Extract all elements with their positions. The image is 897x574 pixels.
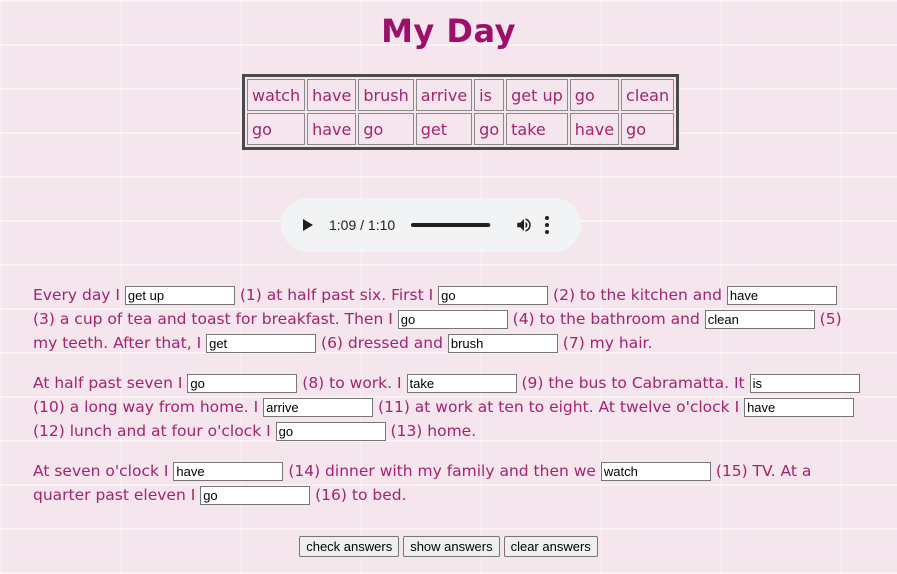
clear-answers-button[interactable]: clear answers [503,536,598,557]
button-bar: check answers show answers clear answers [0,536,897,557]
word-bank-cell: have [307,113,357,145]
gap-input-8[interactable] [187,374,298,393]
exercise-text-segment: (12) lunch and at four o'clock I [33,422,276,440]
gap-input-3[interactable] [726,286,837,305]
exercise-text-segment: (14) dinner with my family and then we [283,462,601,480]
exercise-text: Every day I (1) at half past six. First … [33,283,863,523]
gap-input-9[interactable] [406,374,517,393]
exercise-paragraph: At seven o'clock I (14) dinner with my f… [33,459,863,507]
audio-time: 1:09 / 1:10 [329,217,396,233]
play-icon[interactable] [303,219,313,231]
exercise-text-segment: (16) to bed. [310,486,407,504]
gap-input-1[interactable] [124,286,235,305]
word-bank-cell: go [621,113,675,145]
exercise-paragraph: At half past seven I (8) to work. I (9) … [33,371,863,443]
show-answers-button[interactable]: show answers [403,536,500,557]
word-bank-cell: have [307,79,357,111]
word-bank-cell: go [569,79,620,111]
gap-input-14[interactable] [173,462,284,481]
word-bank-cell: brush [358,79,414,111]
gap-input-12[interactable] [744,398,855,417]
exercise-text-segment: At seven o'clock I [33,462,174,480]
word-bank-cell: have [569,113,620,145]
word-bank-cell: take [506,113,568,145]
word-bank-cell: go [247,113,306,145]
word-bank-row: watch have brush arrive is get up go clean [247,79,675,111]
exercise-text-segment: (4) to the bathroom and [507,310,705,328]
gap-input-5[interactable] [704,310,815,329]
word-bank-table: watch have brush arrive is get up go clean go hav… [242,74,680,150]
word-bank-cell: go [358,113,414,145]
word-bank-cell: clean [621,79,675,111]
exercise-text-segment: (2) to the kitchen and [548,286,727,304]
gap-input-15[interactable] [600,462,711,481]
gap-input-13[interactable] [275,422,386,441]
exercise-text-segment: (3) a cup of tea and toast for breakfast… [33,310,398,328]
page-title: My Day [381,12,516,50]
word-bank-cell: go [474,113,505,145]
word-bank-cell: is [474,79,505,111]
exercise-text-segment: (10) a long way from home. I [33,398,264,416]
word-bank-row: go have go get go take have go [247,113,675,145]
gap-input-4[interactable] [397,310,508,329]
audio-player[interactable]: 1:09 / 1:10 [281,198,581,252]
word-bank-cell: arrive [415,79,473,111]
exercise-text-segment: At half past seven I [33,374,188,392]
exercise-text-segment: (13) home. [385,422,477,440]
exercise-paragraph: Every day I (1) at half past six. First … [33,283,863,355]
gap-input-2[interactable] [438,286,549,305]
exercise-text-segment: (9) the bus to Cabramatta. It [516,374,750,392]
gap-input-11[interactable] [263,398,374,417]
exercise-text-segment: (11) at work at ten to eight. At twelve … [373,398,745,416]
audio-progress-fill [411,223,491,227]
gap-input-10[interactable] [749,374,860,393]
audio-progress-slider[interactable] [411,223,492,227]
gap-input-7[interactable] [447,334,558,353]
word-bank-cell: watch [247,79,306,111]
gap-input-6[interactable] [206,334,317,353]
volume-icon[interactable] [515,216,533,234]
exercise-text-segment: (7) my hair. [557,334,653,352]
exercise-text-segment: (8) to work. I [297,374,407,392]
check-answers-button[interactable]: check answers [299,536,400,557]
word-bank-cell: get [415,113,473,145]
exercise-text-segment: Every day I [33,286,125,304]
more-options-icon[interactable] [545,216,550,234]
exercise-text-segment: (1) at half past six. First I [234,286,439,304]
word-bank-cell: get up [506,79,568,111]
gap-input-16[interactable] [200,486,311,505]
exercise-text-segment: (6) dressed and [316,334,448,352]
